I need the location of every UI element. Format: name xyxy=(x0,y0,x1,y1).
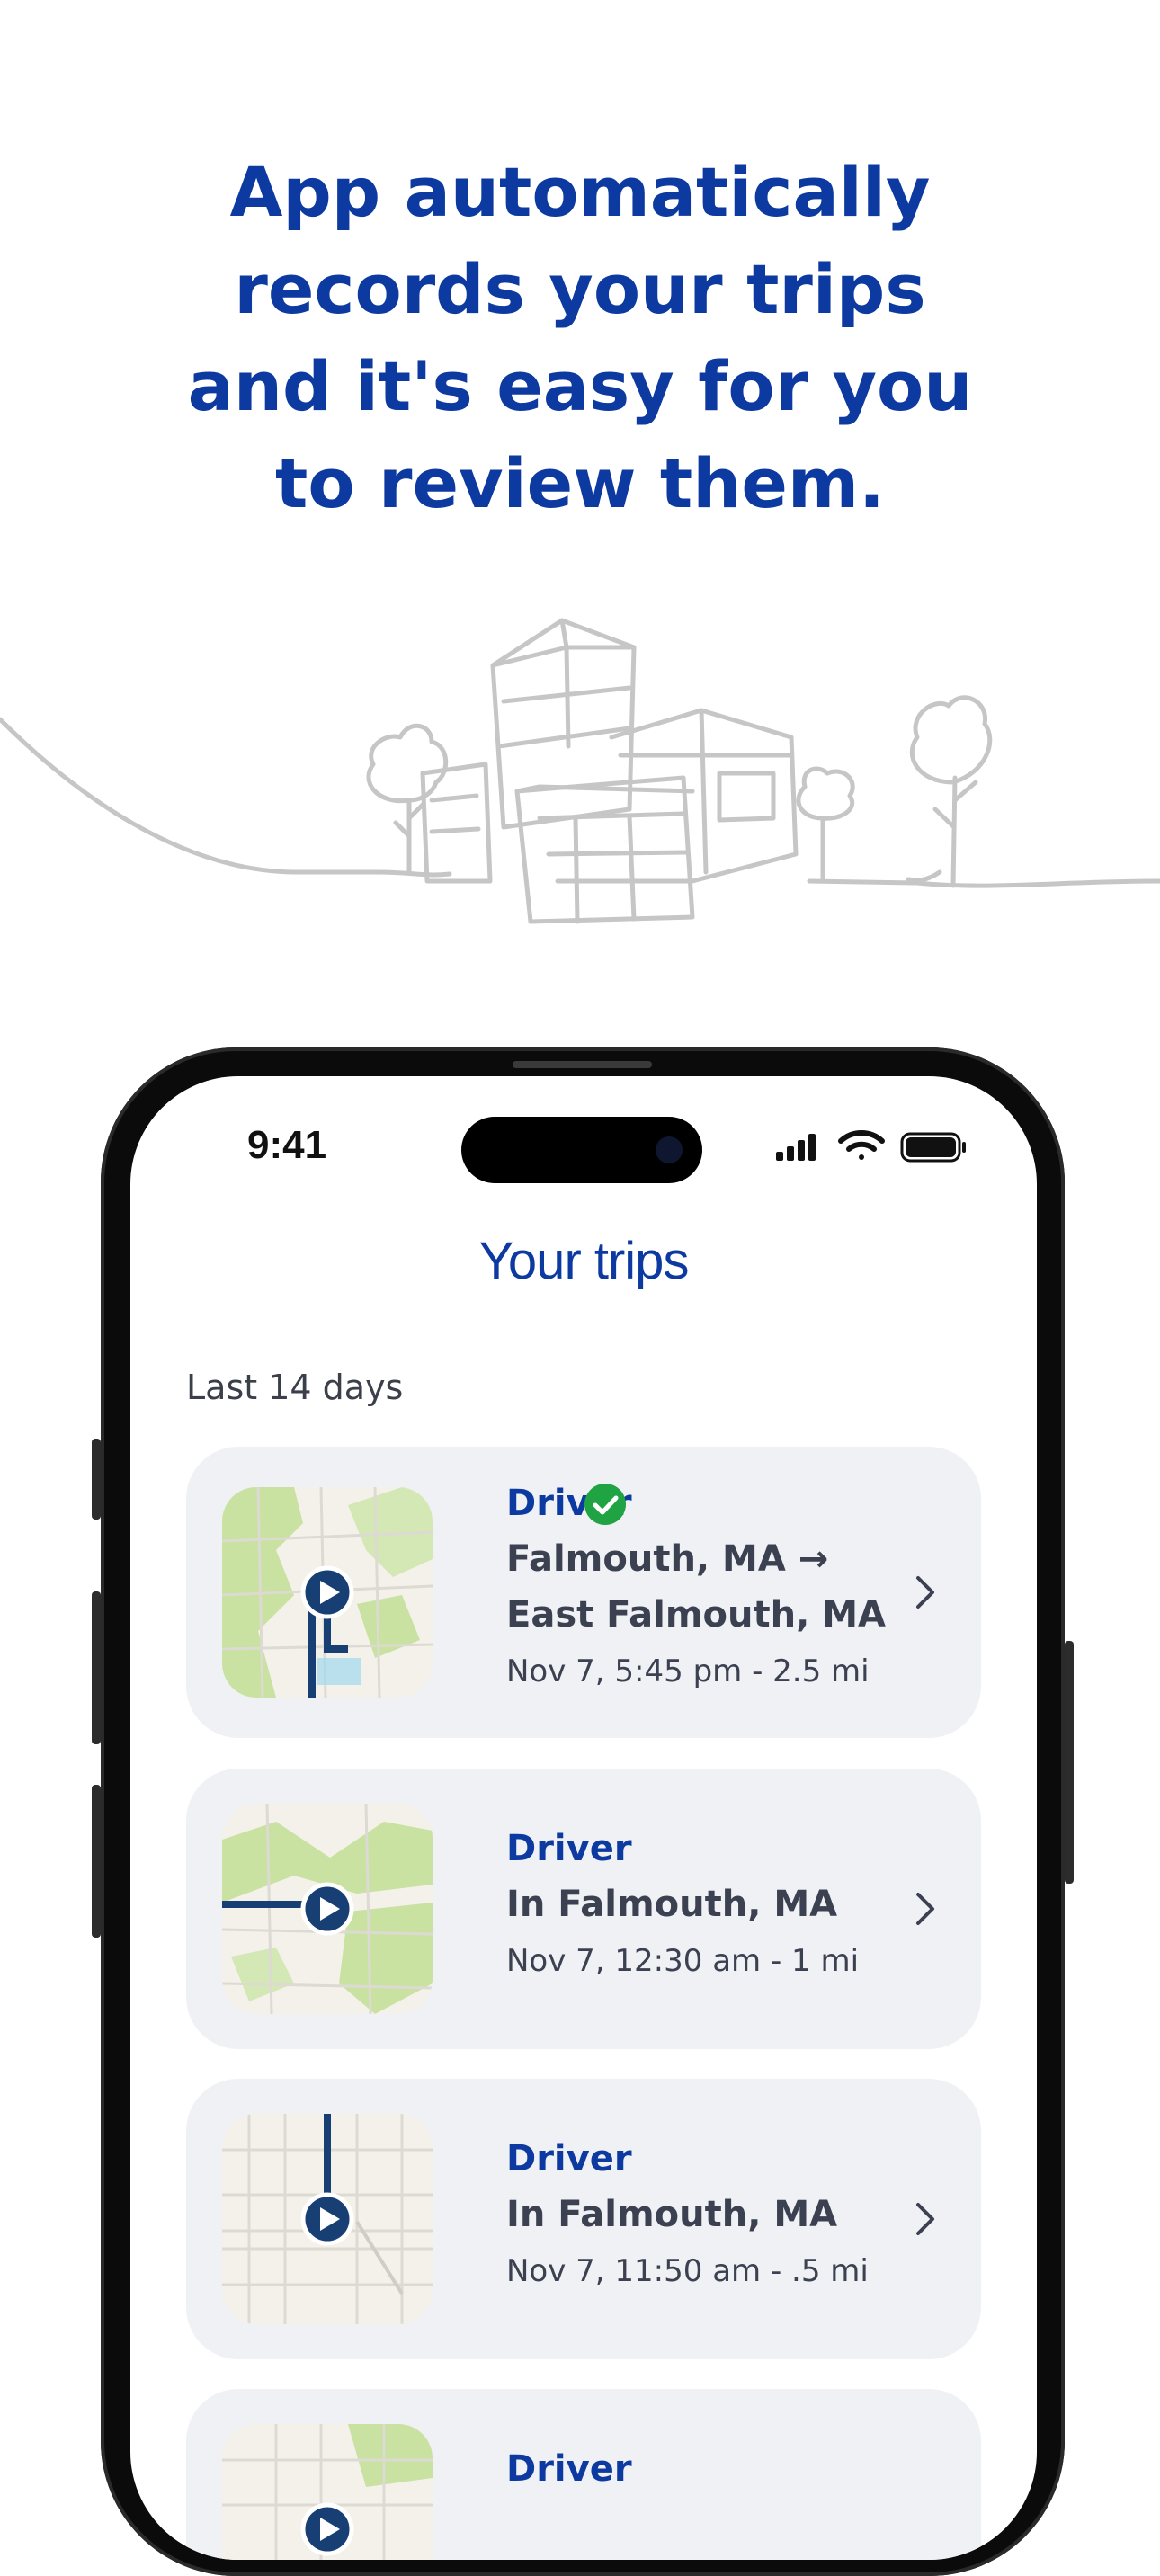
headline-line: and it's easy for you xyxy=(187,346,973,426)
trip-route-to: East Falmouth, MA xyxy=(506,1594,886,1636)
headline-line: records your trips xyxy=(234,249,926,329)
trip-card[interactable]: Driver Falmouth, MA → East Falmouth, MA … xyxy=(186,1447,981,1738)
power-button xyxy=(1065,1641,1074,1884)
trip-meta: Nov 7, 11:50 am - .5 mi xyxy=(506,2253,869,2289)
trip-route: In Falmouth, MA xyxy=(506,2194,838,2235)
trip-role: Driver xyxy=(506,2138,632,2179)
phone-screen: 9:41 Your trips Last 14 days Driver Falm… xyxy=(130,1076,1037,2560)
city-sketch-illustration xyxy=(0,618,1160,924)
wifi-icon xyxy=(838,1130,885,1160)
marketing-headline: App automatically records your trips and… xyxy=(0,144,1160,532)
trip-card[interactable]: Driver In Falmouth, MA Nov 7, 12:30 am -… xyxy=(186,1769,981,2049)
action-button xyxy=(92,1439,101,1520)
headline-line: to review them. xyxy=(275,443,885,523)
trip-origin: Falmouth, MA xyxy=(506,1538,786,1580)
trip-route: In Falmouth, MA xyxy=(506,1884,838,1925)
trip-role: Driver xyxy=(506,2448,632,2490)
arrow-right-icon: → xyxy=(798,1538,829,1580)
dynamic-island xyxy=(461,1117,702,1183)
trip-map-thumbnail xyxy=(222,1487,433,1698)
trip-card[interactable]: Driver In Falmouth, MA Nov 7, 11:50 am -… xyxy=(186,2079,981,2359)
speaker-grille xyxy=(513,1061,652,1068)
chevron-right-icon xyxy=(916,1576,934,1609)
chevron-right-icon xyxy=(916,2203,934,2235)
trip-map-thumbnail xyxy=(222,2114,433,2324)
status-icons xyxy=(776,1130,966,1163)
camera-icon xyxy=(656,1136,683,1163)
battery-icon xyxy=(900,1132,966,1163)
signal-icon xyxy=(776,1134,816,1161)
section-label: Last 14 days xyxy=(186,1368,404,1407)
trip-map-thumbnail xyxy=(222,1804,433,2014)
trip-meta: Nov 7, 5:45 pm - 2.5 mi xyxy=(506,1653,870,1689)
trip-role: Driver xyxy=(506,1828,632,1869)
verified-check-icon xyxy=(584,1484,626,1525)
trip-map-thumbnail xyxy=(222,2424,433,2560)
status-time: 9:41 xyxy=(247,1123,327,1167)
trip-meta: Nov 7, 12:30 am - 1 mi xyxy=(506,1943,860,1979)
volume-down-button xyxy=(92,1785,101,1938)
chevron-right-icon xyxy=(916,1893,934,1925)
page-title: Your trips xyxy=(478,1232,690,1290)
trip-route-from: Falmouth, MA → xyxy=(506,1538,828,1580)
trip-card[interactable]: Driver xyxy=(186,2389,981,2560)
headline-line: App automatically xyxy=(229,152,931,232)
volume-up-button xyxy=(92,1591,101,1744)
